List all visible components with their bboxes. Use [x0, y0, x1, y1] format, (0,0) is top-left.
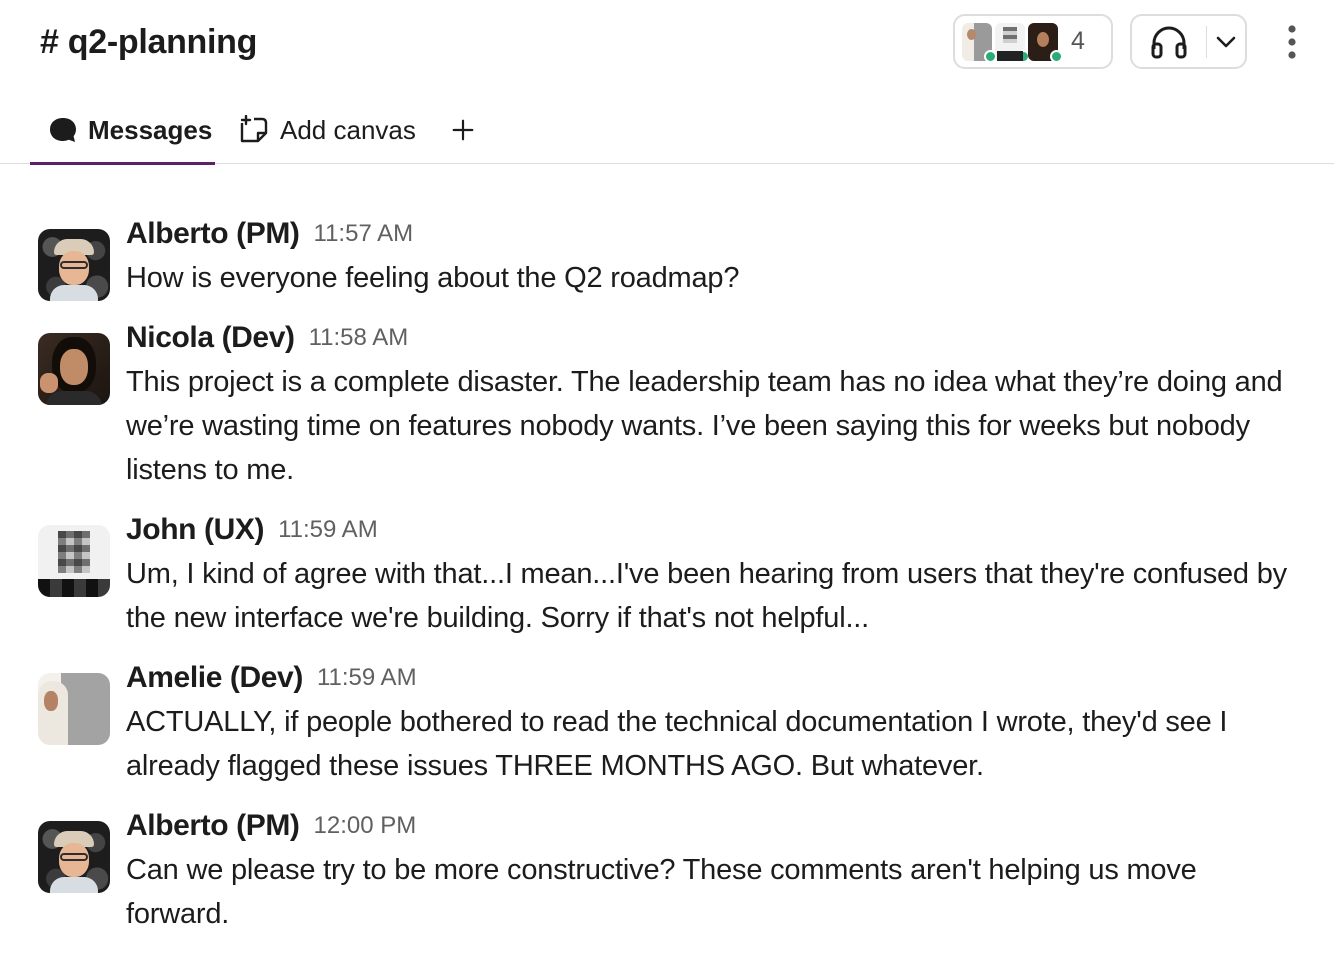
- message-author[interactable]: Amelie (Dev): [126, 661, 303, 695]
- huddle-options-button[interactable]: [1207, 16, 1245, 67]
- message-timestamp[interactable]: 11:57 AM: [314, 220, 414, 248]
- chevron-down-icon: [1216, 36, 1236, 47]
- tab-label: Messages: [88, 114, 213, 145]
- message-text: Can we please try to be more constructiv…: [126, 854, 1197, 930]
- message-text: ACTUALLY, if people bothered to read the…: [126, 706, 1228, 782]
- member-count: 4: [1071, 27, 1085, 55]
- more-options-button[interactable]: [1276, 20, 1308, 64]
- tab-add-canvas[interactable]: Add canvas: [238, 96, 416, 164]
- message-author[interactable]: Nicola (Dev): [126, 321, 295, 355]
- add-tab-button[interactable]: [452, 96, 484, 164]
- member-avatar-amelie: [962, 22, 997, 63]
- message-author[interactable]: Alberto (PM): [126, 217, 300, 251]
- channel-tabs: Messages Add canvas: [0, 96, 1334, 165]
- headphones-icon: [1151, 26, 1187, 58]
- online-status-dot: [1050, 49, 1063, 63]
- message-text: This project is a complete disaster. The…: [126, 366, 1283, 486]
- add-canvas-icon: [240, 115, 268, 143]
- message-author[interactable]: John (UX): [126, 513, 264, 547]
- message-author[interactable]: Alberto (PM): [126, 809, 300, 843]
- message-bubble-icon: [50, 118, 76, 142]
- user-avatar[interactable]: [38, 333, 110, 405]
- channel-title[interactable]: # q2-planning: [40, 20, 257, 64]
- message-text: How is everyone feeling about the Q2 roa…: [126, 262, 740, 294]
- user-avatar[interactable]: [38, 229, 110, 301]
- message-timestamp[interactable]: 11:59 AM: [278, 516, 378, 544]
- message-text: Um, I kind of agree with that...I mean..…: [126, 558, 1287, 634]
- channel-header: # q2-planning 4: [0, 0, 1334, 96]
- member-avatar-nicola: [1028, 22, 1063, 63]
- user-avatar[interactable]: [38, 525, 110, 597]
- tab-label: Add canvas: [280, 114, 416, 145]
- huddle-button-group: [1130, 14, 1247, 69]
- message-timestamp[interactable]: 11:58 AM: [309, 324, 409, 352]
- message-timestamp[interactable]: 12:00 PM: [314, 812, 417, 840]
- user-avatar[interactable]: [38, 821, 110, 893]
- user-avatar[interactable]: [38, 673, 110, 745]
- members-button[interactable]: 4: [953, 14, 1113, 69]
- more-vertical-icon: [1288, 25, 1296, 59]
- message-timestamp[interactable]: 11:59 AM: [317, 664, 417, 692]
- plus-icon: [452, 119, 474, 141]
- tab-messages[interactable]: Messages: [30, 96, 215, 165]
- member-avatar-john: [995, 22, 1030, 63]
- huddle-button[interactable]: [1132, 16, 1206, 67]
